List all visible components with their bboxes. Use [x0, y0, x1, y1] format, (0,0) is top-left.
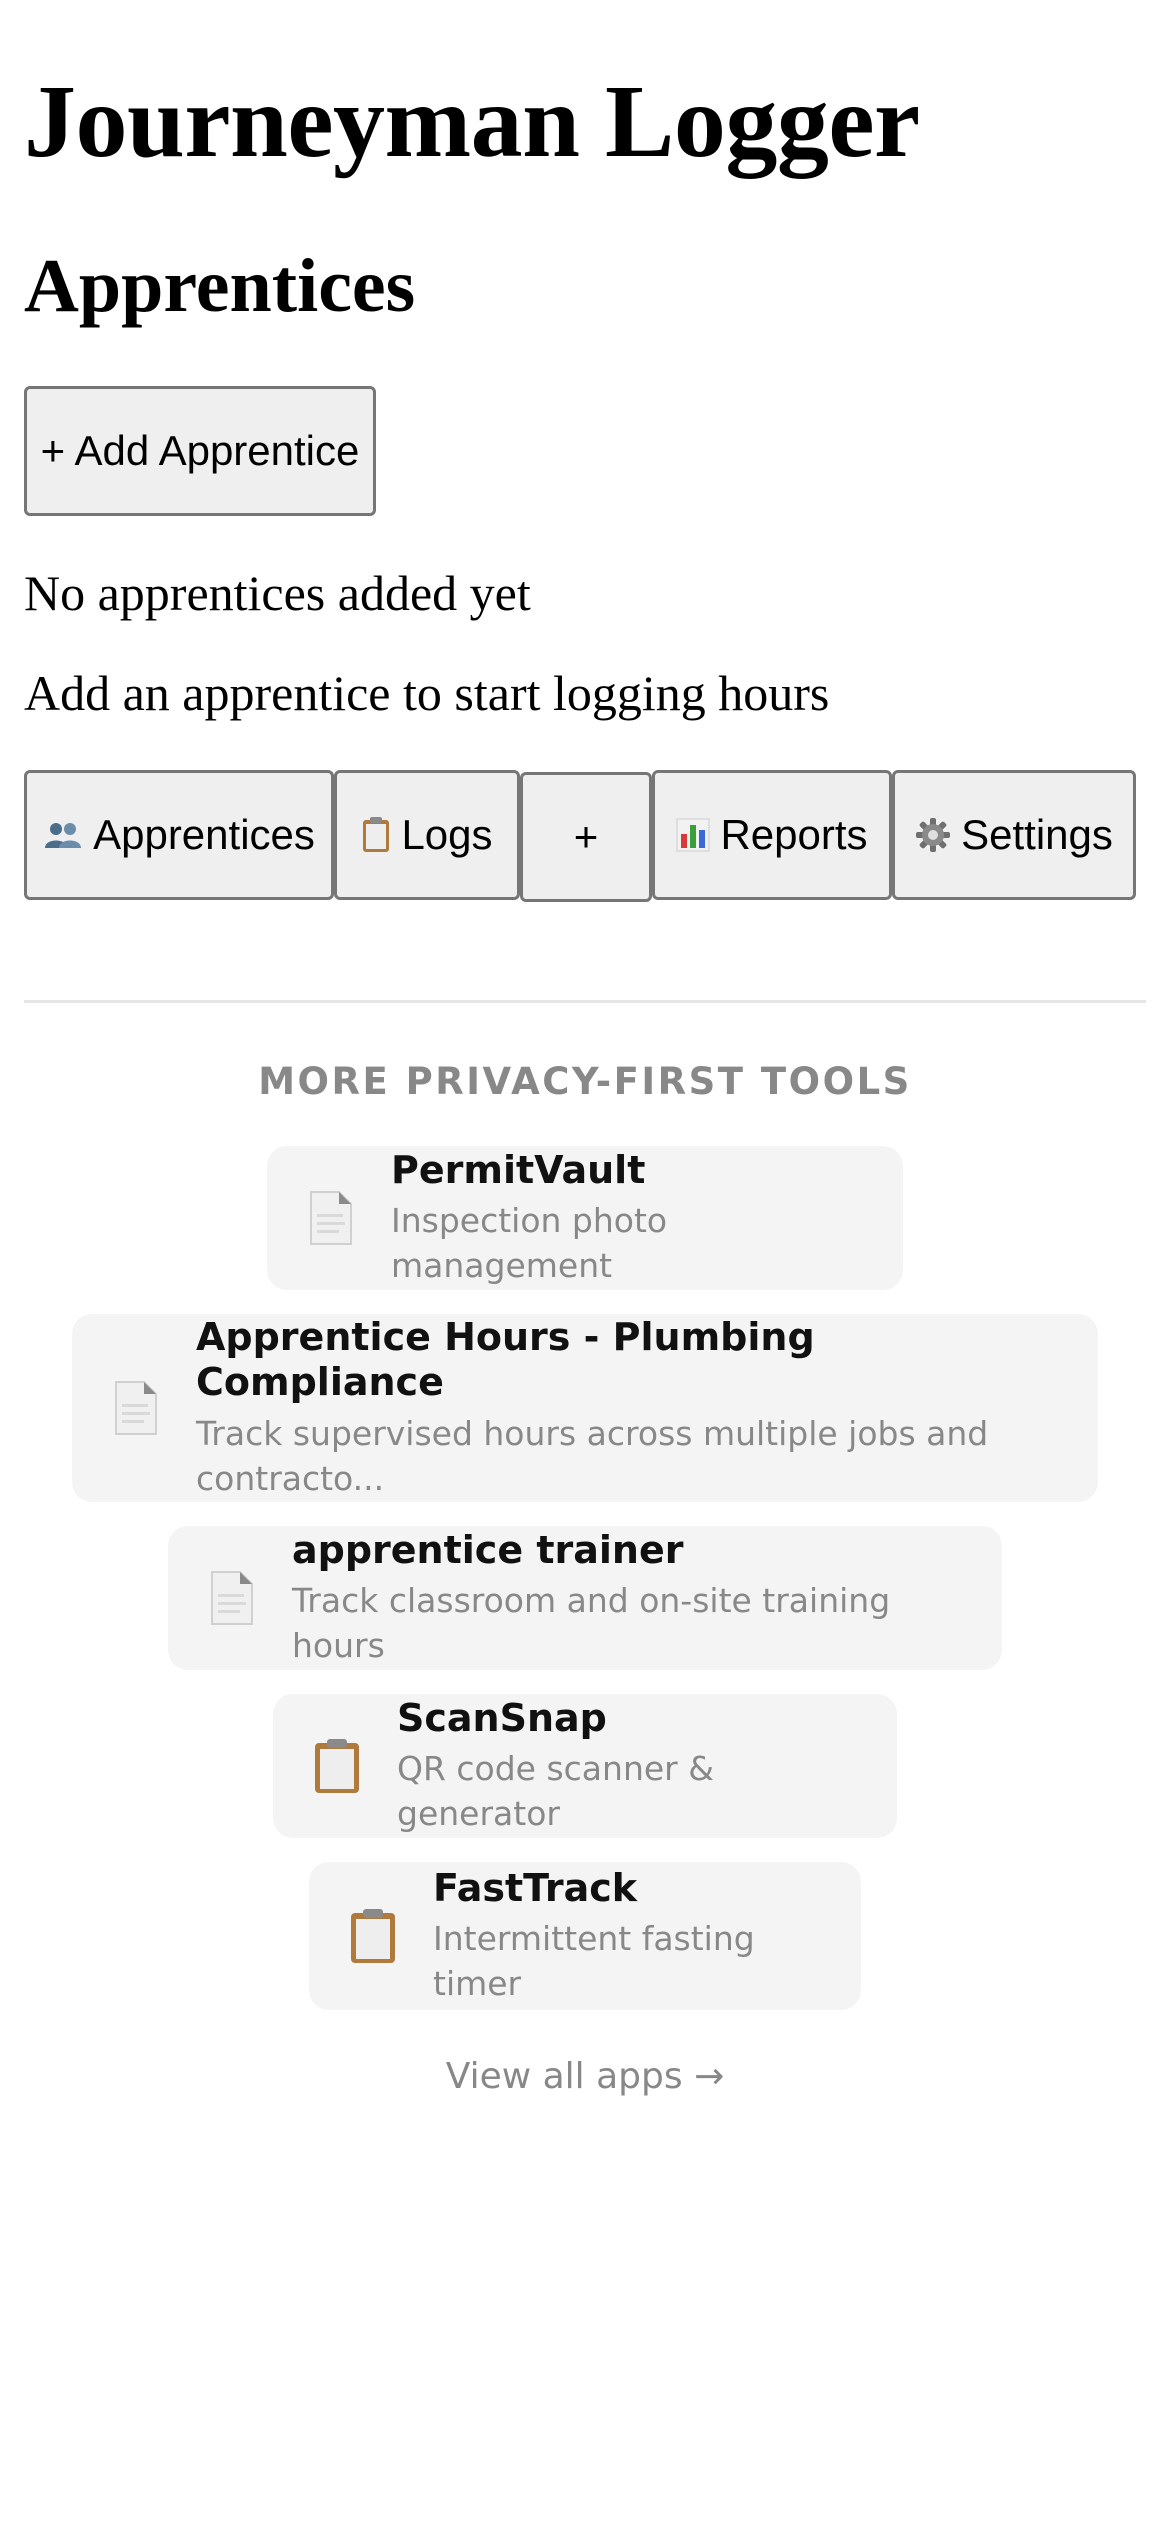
- clipboard-icon: [307, 1737, 367, 1795]
- promo-app-name: FastTrack: [433, 1865, 638, 1910]
- promo-app-description: Intermittent fasting timer: [433, 1919, 755, 2003]
- tab-logs[interactable]: Logs: [334, 770, 520, 900]
- promo-app-card[interactable]: PermitVault Inspection photo management: [267, 1146, 903, 1290]
- tab-apprentices[interactable]: Apprentices: [24, 770, 334, 900]
- tab-reports-label: Reports: [720, 811, 868, 858]
- people-icon: [43, 820, 83, 850]
- promo-app-description: Track classroom and on-site training hou…: [292, 1581, 891, 1665]
- clipboard-icon: [343, 1907, 403, 1965]
- app-title: Journeyman Logger: [24, 64, 920, 179]
- clipboard-icon: [361, 816, 391, 854]
- promo-app-description: QR code scanner & generator: [397, 1749, 714, 1833]
- tab-reports[interactable]: Reports: [652, 770, 892, 900]
- promo-app-description: Inspection photo management: [391, 1201, 668, 1285]
- divider: [24, 1000, 1146, 1003]
- tab-logs-label: Logs: [401, 811, 493, 858]
- add-apprentice-button[interactable]: + Add Apprentice: [24, 386, 376, 516]
- section-title: Apprentices: [24, 244, 416, 328]
- tab-settings-label: Settings: [961, 811, 1113, 858]
- promo-app-card[interactable]: ScanSnap QR code scanner & generator: [273, 1694, 897, 1838]
- tab-add-log[interactable]: +: [520, 772, 652, 902]
- promo-app-card[interactable]: apprentice trainer Track classroom and o…: [168, 1526, 1002, 1670]
- document-icon: [301, 1190, 361, 1246]
- tab-apprentices-label: Apprentices: [93, 811, 315, 858]
- tab-settings[interactable]: Settings: [892, 770, 1136, 900]
- gear-icon: [915, 817, 951, 853]
- promo-app-name: apprentice trainer: [292, 1527, 684, 1572]
- promo-app-card[interactable]: Apprentice Hours - Plumbing Compliance T…: [72, 1314, 1098, 1502]
- empty-state-hint: Add an apprentice to start logging hours: [24, 665, 830, 721]
- promo-app-name: PermitVault: [391, 1147, 646, 1192]
- document-icon: [106, 1380, 166, 1436]
- promo-app-description: Track supervised hours across multiple j…: [196, 1414, 989, 1498]
- bar-chart-icon: [676, 818, 710, 852]
- empty-state-title: No apprentices added yet: [24, 565, 531, 621]
- promo-heading: MORE PRIVACY-FIRST TOOLS: [258, 1060, 912, 1103]
- document-icon: [202, 1570, 262, 1626]
- promo-app-name: ScanSnap: [397, 1695, 607, 1740]
- promo-app-card[interactable]: FastTrack Intermittent fasting timer: [309, 1862, 861, 2010]
- promo-app-name: Apprentice Hours - Plumbing Compliance: [196, 1314, 815, 1405]
- view-all-apps-link[interactable]: View all apps →: [0, 2056, 1170, 2097]
